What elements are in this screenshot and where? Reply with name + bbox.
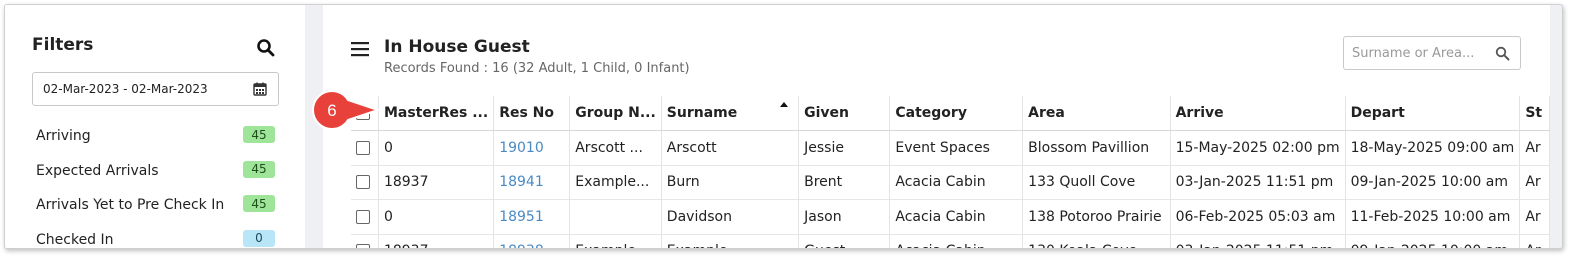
table-cell: 18937 (378, 234, 495, 248)
app-frame: Filters 02-Mar-2023 - 02-Mar-2023 Arrivi… (4, 4, 1563, 249)
column-header-surname[interactable]: Surname (661, 96, 800, 131)
res-no-link[interactable]: 19010 (493, 130, 571, 166)
filter-list: Arriving 45 Expected Arrivals 45 Arrival… (36, 119, 281, 249)
filters-sidebar: Filters 02-Mar-2023 - 02-Mar-2023 Arrivi… (5, 5, 305, 248)
filter-item-expected-arrivals[interactable]: Expected Arrivals 45 (36, 154, 281, 189)
res-no-link[interactable]: 18938 (493, 234, 571, 248)
row-checkbox[interactable] (356, 175, 370, 190)
table-cell: Brent (798, 165, 891, 200)
date-range-input[interactable]: 02-Mar-2023 - 02-Mar-2023 (32, 72, 279, 106)
table-row[interactable]: 0 19010 Arscott ... Arscott Jessie Event… (351, 130, 1550, 166)
row-checkbox[interactable] (356, 209, 370, 224)
callout-number: 6 (327, 101, 336, 120)
column-header-group-name[interactable]: Group N... (569, 96, 662, 131)
filter-item-label: Expected Arrivals (36, 162, 159, 179)
table-cell: Example... (569, 234, 662, 248)
table-cell: Example (661, 234, 800, 248)
column-header-label: Surname (666, 105, 738, 121)
table-cell: Ar (1519, 199, 1550, 235)
table-cell: 09-Jan-2025 10:00 am (1345, 165, 1521, 200)
table-cell: Arscott (661, 130, 800, 166)
table-cell: Acacia Cabin (889, 165, 1024, 200)
hamburger-menu-icon[interactable] (351, 41, 369, 57)
count-badge: 0 (243, 229, 275, 247)
table-cell: Event Spaces (889, 130, 1024, 166)
count-badge: 45 (243, 126, 275, 143)
row-select-cell[interactable] (351, 165, 379, 200)
count-badge: 45 (243, 160, 275, 178)
table-cell: 18-May-2025 09:00 am (1345, 130, 1521, 166)
table-cell: Ar (1519, 234, 1550, 248)
table-cell: 11-Feb-2025 10:00 am (1345, 199, 1521, 235)
row-checkbox[interactable] (356, 140, 370, 155)
date-range-value: 02-Mar-2023 - 02-Mar-2023 (43, 82, 208, 96)
page-title: In House Guest (384, 37, 530, 57)
row-select-cell[interactable] (351, 234, 379, 248)
table-cell: 18937 (378, 165, 495, 200)
sort-ascending-icon (780, 102, 789, 107)
table-cell: 0 (378, 130, 495, 166)
calendar-icon[interactable] (253, 82, 267, 96)
res-no-link[interactable]: 18951 (493, 199, 571, 235)
table-header-row: MasterRes ... Res No Group N... Surname … (351, 96, 1550, 131)
table-cell: 03-Jan-2025 11:51 pm (1170, 234, 1346, 248)
table-cell: Jason (798, 199, 891, 235)
res-no-link[interactable]: 18941 (493, 165, 571, 200)
table-cell: Ar (1519, 165, 1550, 200)
table-cell: 133 Quoll Cove (1022, 165, 1171, 200)
table-row[interactable]: 0 18951 Davidson Jason Acacia Cabin 138 … (351, 199, 1550, 235)
table-cell: 15-May-2025 02:00 pm (1170, 130, 1346, 166)
column-header-res-no[interactable]: Res No (493, 96, 571, 131)
guest-table: MasterRes ... Res No Group N... Surname … (351, 96, 1550, 248)
table-cell: 03-Jan-2025 11:51 pm (1170, 165, 1346, 200)
row-select-cell[interactable] (351, 130, 379, 166)
table-cell: Acacia Cabin (889, 199, 1024, 235)
filters-title: Filters (32, 35, 94, 55)
filter-item-label: Checked In (36, 231, 114, 248)
table-cell: Guest (798, 234, 891, 248)
search-icon[interactable] (1495, 46, 1510, 61)
filter-item-arriving[interactable]: Arriving 45 (36, 119, 281, 154)
count-badge: 45 (243, 195, 275, 212)
table-cell: Arscott ... (569, 130, 662, 166)
row-select-cell[interactable] (351, 199, 379, 235)
filter-item-arrivals-yet-to-pre-check-in[interactable]: Arrivals Yet to Pre Check In 45 (36, 188, 281, 223)
column-header-depart[interactable]: Depart (1345, 96, 1521, 131)
filter-item-checked-in[interactable]: Checked In 0 (36, 223, 281, 249)
records-found-text: Records Found : 16 (32 Adult, 1 Child, 0… (384, 61, 690, 76)
table-cell: Acacia Cabin (889, 234, 1024, 248)
table-cell: 0 (378, 199, 495, 235)
table-cell: Ar (1519, 130, 1550, 166)
column-header-status[interactable]: St (1519, 96, 1550, 131)
table-cell: Jessie (798, 130, 891, 166)
column-header-area[interactable]: Area (1022, 96, 1171, 131)
table-cell: 09-Jan-2025 10:00 am (1345, 234, 1521, 248)
table-cell: Davidson (661, 199, 800, 235)
table-cell (569, 199, 662, 235)
table-cell: Example... (569, 165, 662, 200)
table-row[interactable]: 18937 18941 Example... Burn Brent Acacia… (351, 165, 1550, 200)
step-callout-marker: 6 (312, 89, 382, 131)
table-cell: Blossom Pavillion (1022, 130, 1171, 166)
table-cell: 138 Potoroo Prairie (1022, 199, 1171, 235)
row-checkbox[interactable] (356, 244, 370, 248)
column-header-arrive[interactable]: Arrive (1170, 96, 1346, 131)
table-row[interactable]: 18937 18938 Example... Example Guest Aca… (351, 234, 1550, 248)
filter-item-label: Arriving (36, 128, 91, 145)
filter-item-label: Arrivals Yet to Pre Check In (36, 197, 225, 214)
table-cell: Burn (661, 165, 800, 200)
search-placeholder: Surname or Area... (1352, 45, 1475, 61)
column-header-category[interactable]: Category (889, 96, 1024, 131)
table-cell: 06-Feb-2025 05:03 am (1170, 199, 1346, 235)
column-header-given[interactable]: Given (798, 96, 891, 131)
table-cell: 130 Koala Cove (1022, 234, 1171, 248)
search-icon[interactable] (256, 38, 276, 58)
guest-search-input[interactable]: Surname or Area... (1343, 36, 1521, 70)
column-header-masterres[interactable]: MasterRes ... (378, 96, 495, 131)
main-panel: In House Guest Records Found : 16 (32 Ad… (323, 5, 1550, 248)
